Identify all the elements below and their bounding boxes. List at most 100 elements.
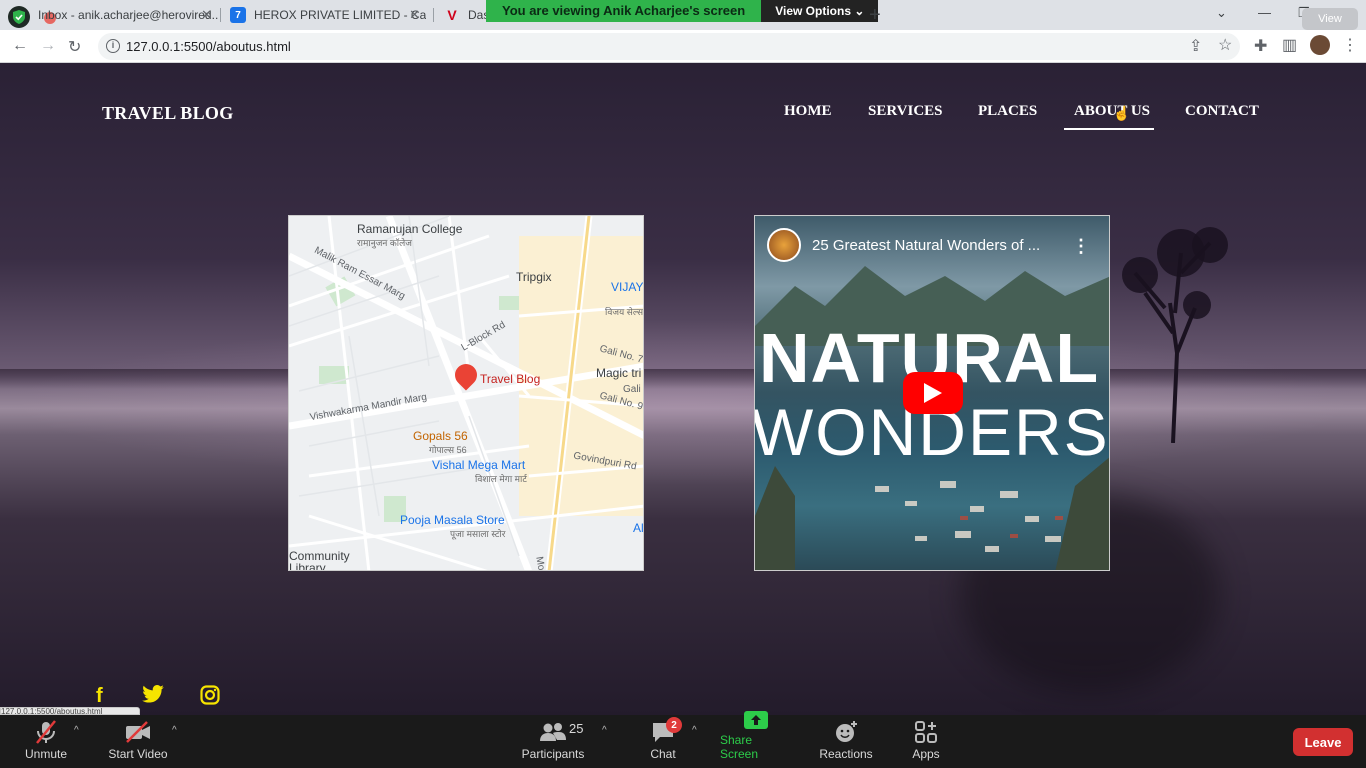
extensions-icon[interactable]: ✚ [1254, 36, 1267, 56]
nav-services[interactable]: SERVICES [868, 103, 943, 120]
place-label[interactable]: VIJAY S - KALKA [611, 280, 643, 294]
tab-gmail[interactable]: Inbox - anik.acharjee@herovired... ✕ [38, 0, 218, 30]
bookmark-star-icon[interactable]: ☆ [1218, 35, 1232, 55]
play-icon [924, 383, 942, 403]
reactions-button[interactable]: Reactions [818, 715, 874, 768]
instagram-icon[interactable] [200, 685, 220, 711]
smiley-icon [832, 719, 860, 745]
address-bar[interactable]: i 127.0.0.1:5500/aboutus.html [98, 33, 1240, 60]
travel-blog-page: TRAVEL BLOG HOME SERVICES PLACES ABOUT U… [0, 63, 1366, 715]
view-options-button[interactable]: View Options ⌄ [761, 0, 879, 22]
twitter-icon[interactable] [142, 685, 164, 709]
view-label: View [1318, 13, 1342, 25]
site-brand[interactable]: TRAVEL BLOG [102, 103, 234, 124]
mouse-cursor-icon: ☝ [1113, 105, 1131, 121]
youtube-video-embed[interactable]: 25 Greatest Natural Wonders of ... ⋮ NAT… [754, 215, 1110, 571]
apps-icon [912, 719, 940, 745]
tree-silhouette [1122, 227, 1228, 443]
participants-icon [539, 719, 567, 745]
video-options-caret-icon[interactable]: ^ [172, 725, 177, 736]
tab-divider [433, 8, 434, 22]
tab-search-icon[interactable]: ⌄ [1216, 5, 1227, 21]
place-label[interactable]: Tripgix [516, 270, 552, 284]
place-label[interactable]: Al [633, 521, 643, 535]
new-tab-button[interactable]: + [869, 4, 881, 27]
leave-button[interactable]: Leave [1293, 728, 1353, 756]
tab-title: HEROX PRIVATE LIMITED - Calen... [254, 8, 426, 22]
street-label: Mo [533, 555, 547, 571]
chevron-down-icon: ⌄ [854, 4, 865, 18]
minimize-icon[interactable]: — [1258, 5, 1271, 20]
reactions-label: Reactions [819, 747, 873, 761]
tab-calendar[interactable]: 7 HEROX PRIVATE LIMITED - Calen... ✕ [230, 0, 426, 30]
nav-home[interactable]: HOME [784, 103, 832, 120]
participants-caret-icon[interactable]: ^ [602, 725, 607, 736]
view-options-label: View Options [775, 4, 852, 18]
tab-divider [220, 8, 221, 22]
place-label[interactable]: Ramanujan College [357, 222, 462, 236]
chat-label: Chat [650, 747, 676, 761]
leave-label: Leave [1304, 734, 1342, 750]
viewing-text: You are viewing Anik Acharjee's screen [486, 0, 762, 22]
zoom-meeting-controls: Unmute ^ Start Video ^ Participants 25 ^… [0, 711, 1366, 768]
v-logo-icon: V [447, 7, 457, 23]
place-sub: विशाल मेगा मार्ट [475, 474, 527, 484]
place-sub: रामानुजन कॉलेज [357, 238, 412, 248]
place-label[interactable]: Vishal Mega Mart [432, 458, 525, 472]
video-title[interactable]: 25 Greatest Natural Wonders of ... [812, 237, 1040, 254]
map-pin-label[interactable]: Travel Blog [480, 372, 540, 386]
zoom-viewing-banner: You are viewing Anik Acharjee's screen V… [486, 0, 879, 22]
channel-avatar[interactable] [767, 228, 801, 262]
close-icon[interactable]: ✕ [409, 7, 420, 23]
place-label[interactable]: Community Library [289, 550, 350, 570]
place-sub: पूजा मसाला स्टोर [450, 529, 506, 539]
google-map-embed[interactable]: Travel Blog Ramanujan College रामानुजन क… [288, 215, 644, 571]
side-panel-icon[interactable]: ▥ [1282, 35, 1297, 55]
avatar[interactable] [1310, 35, 1330, 55]
nav-about-us[interactable]: ABOUT US [1074, 103, 1150, 120]
apps-button[interactable]: Apps [906, 715, 946, 768]
share-screen-button[interactable]: Share Screen [720, 711, 792, 768]
place-label[interactable]: Magic tri [596, 366, 641, 380]
share-icon[interactable]: ⇪ [1189, 36, 1202, 56]
back-icon[interactable]: ← [12, 37, 28, 55]
tab-dashboard[interactable]: V Dash [444, 0, 486, 30]
link-status-bar: 127.0.0.1:5500/aboutus.html [0, 707, 140, 715]
start-video-label: Start Video [108, 747, 168, 761]
tab-title: Inbox - anik.acharjee@herovired... [38, 8, 218, 22]
microphone-muted-icon [32, 719, 60, 745]
share-screen-label: Share Screen [720, 733, 759, 761]
calendar-icon: 7 [230, 7, 246, 23]
nav-contact[interactable]: CONTACT [1185, 103, 1259, 120]
url-text: 127.0.0.1:5500/aboutus.html [126, 39, 291, 54]
place-sub: विजय सेल्स [605, 307, 644, 317]
menu-kebab-icon[interactable]: ⋮ [1342, 35, 1358, 55]
tab-title: Dash [468, 8, 486, 22]
reload-icon[interactable]: ↻ [68, 37, 81, 57]
place-sub: गोपाल्स 56 [429, 445, 467, 455]
place-label[interactable]: Gopals 56 [413, 429, 468, 443]
video-off-icon [124, 719, 152, 745]
zoom-shield-icon [8, 6, 30, 28]
street-label: Gali [623, 384, 641, 395]
unmute-button[interactable]: Unmute [20, 715, 72, 768]
facebook-icon[interactable]: f [96, 685, 103, 708]
participants-label: Participants [521, 747, 585, 761]
chat-unread-badge: 2 [666, 717, 682, 733]
active-nav-underline [1064, 128, 1154, 130]
site-info-icon[interactable]: i [106, 39, 120, 53]
place-label[interactable]: Pooja Masala Store [400, 513, 505, 527]
start-video-button[interactable]: Start Video [106, 715, 170, 768]
chat-caret-icon[interactable]: ^ [692, 725, 697, 736]
nav-places[interactable]: PLACES [978, 103, 1037, 120]
zoom-view-button[interactable]: View [1302, 8, 1358, 30]
play-button[interactable] [903, 372, 963, 414]
audio-options-caret-icon[interactable]: ^ [74, 725, 79, 736]
unmute-label: Unmute [24, 747, 68, 761]
more-options-icon[interactable]: ⋮ [1072, 236, 1090, 257]
browser-toolbar: ← → ↻ i 127.0.0.1:5500/aboutus.html ⇪ ☆ … [0, 30, 1366, 63]
forward-icon[interactable]: → [40, 37, 56, 55]
browser-tab-strip: Inbox - anik.acharjee@herovired... ✕ 7 H… [0, 0, 1366, 30]
apps-label: Apps [912, 747, 940, 761]
close-icon[interactable]: ✕ [201, 7, 212, 23]
